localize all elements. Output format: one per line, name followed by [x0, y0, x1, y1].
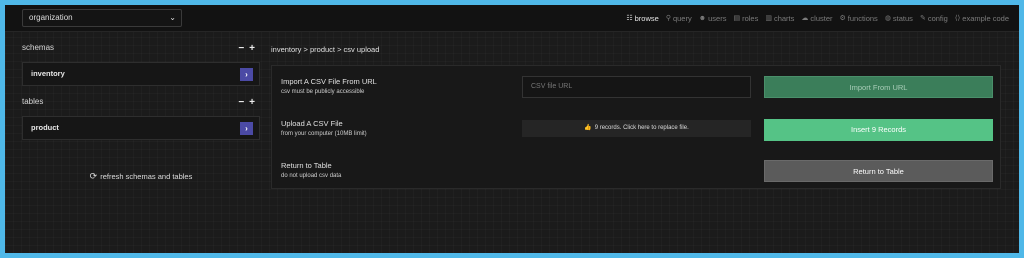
import-from-url-button[interactable]: Import From URL — [764, 76, 993, 98]
organization-select-value: organization — [29, 13, 73, 22]
return-row: Return to Table do not upload csv data R… — [272, 153, 1002, 193]
chevron-right-icon[interactable]: › — [240, 122, 253, 135]
organization-select[interactable]: organization ⌄ — [22, 9, 182, 27]
file-status-text: 9 records. Click here to replace file. — [594, 125, 689, 131]
refresh-label: refresh schemas and tables — [100, 172, 193, 181]
csv-upload-panel: Import A CSV File From URL csv must be p… — [271, 65, 1001, 189]
nav-browse[interactable]: ☷ browse — [626, 14, 658, 23]
top-navbar: organization ⌄ ☷ browse ⚲ query ☻ users ▤ roles… — [5, 5, 1019, 32]
code-icon: ⟨⟩ — [954, 15, 961, 22]
nav-label: charts — [773, 13, 795, 23]
list-icon: ☷ — [626, 15, 633, 22]
nav-label: query — [672, 13, 692, 23]
upload-file-row: Upload A CSV File from your computer (10… — [272, 111, 1002, 151]
add-schema-icon[interactable]: + — [249, 43, 260, 54]
insert-records-button[interactable]: Insert 9 Records — [764, 119, 993, 141]
schema-item-label: inventory — [31, 69, 65, 78]
chevron-down-icon: ⌄ — [169, 13, 176, 22]
app-window: organization ⌄ ☷ browse ⚲ query ☻ users ▤ roles… — [5, 5, 1019, 253]
roles-icon: ▤ — [733, 15, 741, 22]
nav-config[interactable]: ✎ config — [920, 14, 948, 23]
nav-label: browse — [634, 13, 659, 23]
remove-table-icon[interactable]: − — [238, 97, 249, 108]
cluster-icon: ☁ — [801, 15, 809, 22]
tables-header: tables −+ — [22, 97, 260, 111]
chart-icon: ▥ — [765, 15, 772, 22]
schema-item-inventory[interactable]: inventory › — [22, 62, 260, 86]
wrench-icon: ✎ — [919, 15, 926, 22]
nav-label: example code — [962, 13, 1009, 23]
main-nav: ☷ browse ⚲ query ☻ users ▤ roles ▥ charts ☁ cluster… — [626, 5, 1009, 31]
schemas-label: schemas — [22, 43, 55, 52]
chevron-right-icon[interactable]: › — [240, 68, 253, 81]
upload-file-title: Upload A CSV File — [281, 119, 343, 128]
thumbs-up-icon: 👍 — [584, 125, 592, 131]
search-icon: ⚲ — [665, 15, 671, 22]
refresh-icon: ⟳ — [89, 171, 98, 181]
nav-label: users — [708, 13, 727, 23]
nav-example-code[interactable]: ⟨⟩ example code — [955, 14, 1009, 23]
breadcrumb: inventory > product > csv upload — [271, 45, 380, 54]
add-table-icon[interactable]: + — [249, 97, 260, 108]
return-to-table-button[interactable]: Return to Table — [764, 160, 993, 182]
nav-label: functions — [847, 13, 878, 23]
nav-query[interactable]: ⚲ query — [666, 14, 692, 23]
table-item-label: product — [31, 123, 59, 132]
functions-icon: ⚙ — [839, 15, 846, 22]
nav-roles[interactable]: ▤ roles — [733, 14, 758, 23]
import-url-subtitle: csv must be publicly accessible — [281, 89, 365, 95]
remove-schema-icon[interactable]: − — [238, 43, 249, 54]
nav-users[interactable]: ☻ users — [699, 14, 727, 23]
table-item-product[interactable]: product › — [22, 116, 260, 140]
return-subtitle: do not upload csv data — [281, 173, 342, 179]
nav-label: config — [927, 13, 948, 23]
users-icon: ☻ — [698, 14, 707, 22]
status-icon: ◍ — [884, 15, 891, 22]
import-url-row: Import A CSV File From URL csv must be p… — [272, 69, 1002, 109]
nav-functions[interactable]: ⚙ functions — [840, 14, 878, 23]
file-replace-dropzone[interactable]: 👍 9 records. Click here to replace file. — [522, 120, 751, 137]
sidebar: schemas −+ inventory › tables −+ product… — [22, 43, 260, 181]
refresh-schemas-button[interactable]: ⟳ refresh schemas and tables — [22, 171, 260, 182]
nav-status[interactable]: ◍ status — [885, 14, 913, 23]
schemas-header: schemas −+ — [22, 43, 260, 57]
import-url-title: Import A CSV File From URL — [281, 77, 377, 86]
return-title: Return to Table — [281, 161, 332, 170]
tables-label: tables — [22, 97, 44, 106]
csv-url-input[interactable]: CSV file URL — [522, 76, 751, 98]
nav-cluster[interactable]: ☁ cluster — [801, 14, 832, 23]
nav-label: cluster — [810, 13, 833, 23]
nav-charts[interactable]: ▥ charts — [765, 14, 794, 23]
nav-label: status — [892, 13, 913, 23]
upload-file-subtitle: from your computer (10MB limit) — [281, 131, 367, 137]
nav-label: roles — [742, 13, 759, 23]
